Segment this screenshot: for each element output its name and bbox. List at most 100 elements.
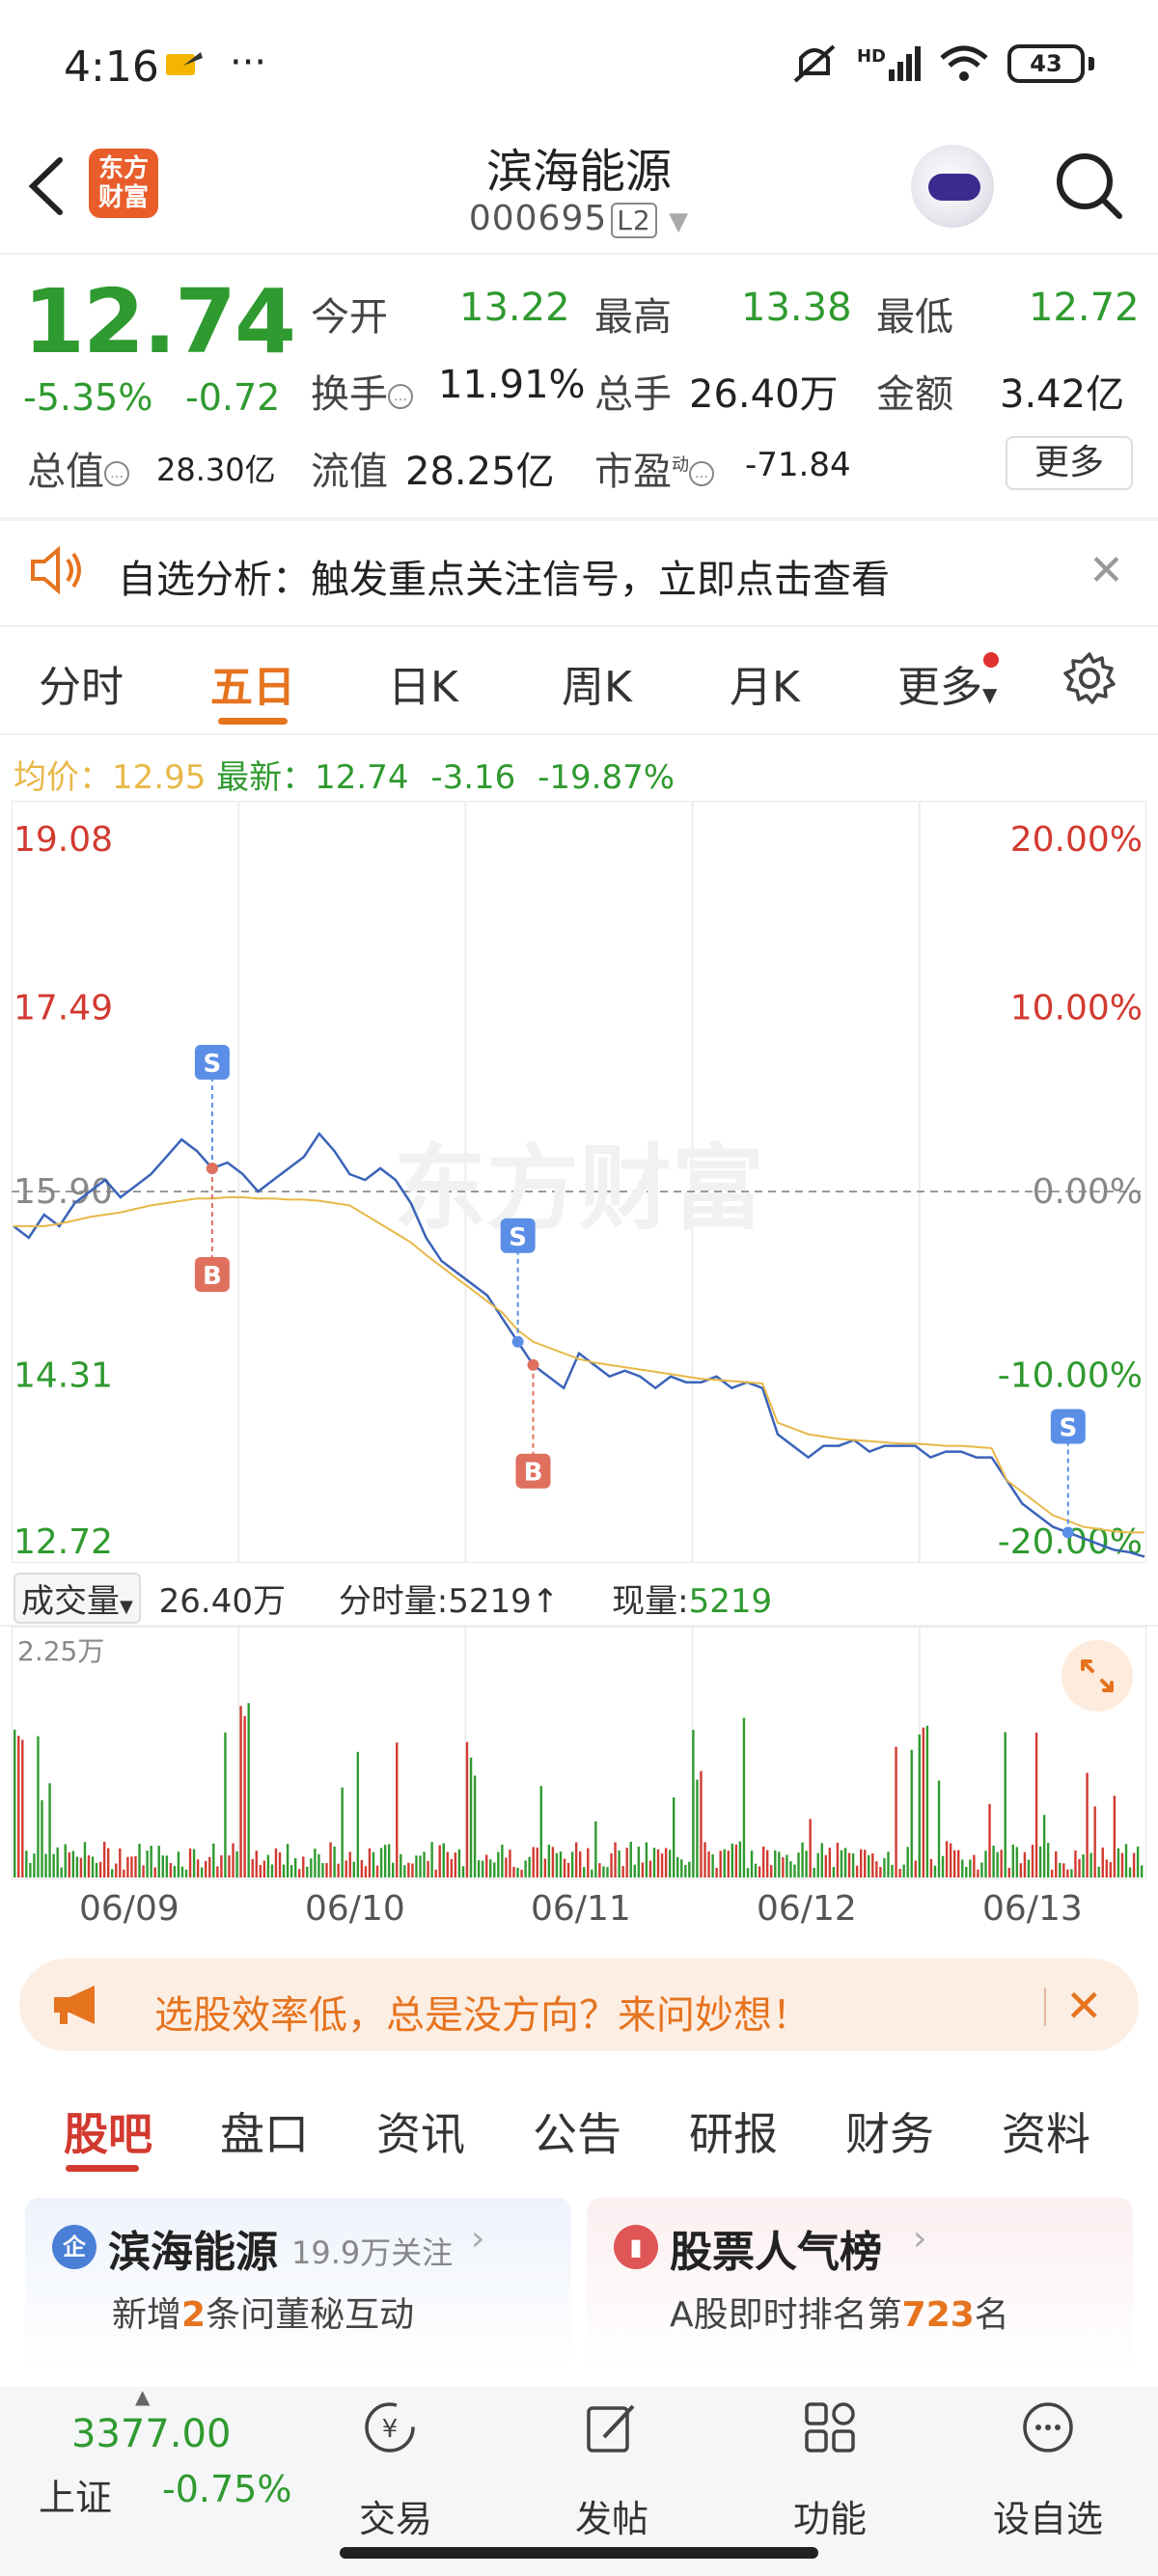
- volume-bar: [1132, 1852, 1136, 1877]
- red-dot-badge: [983, 652, 1000, 668]
- volume-bar: [457, 1849, 461, 1877]
- tab-minute[interactable]: 分时: [39, 652, 124, 714]
- y-tick-left: 17.49: [14, 989, 113, 1028]
- volume-bar: [648, 1860, 652, 1877]
- volume-bar: [368, 1848, 372, 1877]
- volume-bar: [715, 1868, 718, 1877]
- date-label: 06/10: [305, 1889, 405, 1929]
- volume-bar: [820, 1843, 823, 1877]
- tab-month-k[interactable]: 月K: [730, 652, 800, 714]
- marker-label: S: [1059, 1413, 1077, 1442]
- add-watchlist-icon[interactable]: [1019, 2398, 1077, 2456]
- volume-bar: [438, 1845, 441, 1877]
- tab-day-k[interactable]: 日K: [388, 652, 458, 714]
- tab-week-k[interactable]: 周K: [562, 652, 632, 714]
- volume-bar: [786, 1854, 788, 1877]
- volume-bar: [1101, 1847, 1104, 1877]
- tab-guba[interactable]: 股吧: [64, 2099, 152, 2163]
- volume-bar: [239, 1706, 242, 1877]
- expand-icon[interactable]: [1062, 1640, 1133, 1712]
- turnover-value: 11.91%: [438, 363, 586, 407]
- volume-bar: [906, 1847, 909, 1877]
- gear-icon[interactable]: [1062, 650, 1117, 706]
- volume-bar: [41, 1799, 43, 1877]
- status-right-group: HD 43: [789, 42, 1094, 85]
- divider: [0, 625, 1158, 627]
- avg-label: 均价：: [14, 758, 112, 797]
- nav-functions[interactable]: 功能: [762, 2489, 897, 2542]
- price-chart[interactable]: 东方财富 19.08 20.00% 17.49 10.00% 15.90 0.00% 14.3…: [12, 801, 1146, 1563]
- volume-bar: [493, 1862, 496, 1877]
- volume-bar: [871, 1853, 874, 1877]
- tab-pankou[interactable]: 盘口: [220, 2099, 309, 2163]
- high-label: 最高: [594, 295, 672, 340]
- nav-add-watchlist[interactable]: 设自选: [980, 2489, 1116, 2542]
- info-icon[interactable]: …: [388, 384, 413, 409]
- info-icon[interactable]: …: [104, 461, 129, 486]
- volume-bar: [758, 1866, 761, 1877]
- volume-bar: [516, 1867, 519, 1877]
- more-quote-button[interactable]: 更多: [1006, 436, 1133, 490]
- tab-finance[interactable]: 财务: [845, 2099, 934, 2163]
- tab-five-day[interactable]: 五日: [210, 652, 295, 714]
- volume-bar: [887, 1851, 890, 1877]
- volume-bar: [442, 1843, 445, 1877]
- y-tick-left: 19.08: [14, 820, 113, 860]
- volume-chart[interactable]: [12, 1627, 1146, 1879]
- volume-bar: [1000, 1850, 1003, 1877]
- close-icon[interactable]: ✕: [1065, 1980, 1103, 2032]
- wifi-icon: [940, 45, 988, 81]
- volume-bar: [286, 1844, 290, 1877]
- card-line: A股即时排名第723名: [670, 2295, 1009, 2335]
- volume-bar: [1109, 1862, 1113, 1877]
- volume-bar: [243, 1715, 246, 1877]
- tab-announcement[interactable]: 公告: [533, 2099, 621, 2163]
- volume-bar: [123, 1869, 125, 1877]
- volume-bar: [520, 1869, 523, 1877]
- post-icon[interactable]: [583, 2398, 641, 2456]
- volume-bar: [192, 1849, 196, 1877]
- info-icon[interactable]: …: [689, 461, 714, 486]
- volume-bar: [610, 1853, 613, 1877]
- volume-bar: [446, 1851, 449, 1877]
- tab-research[interactable]: 研报: [689, 2099, 778, 2163]
- tab-more[interactable]: 更多▼: [897, 652, 1000, 714]
- volume-bar: [180, 1866, 184, 1877]
- card-title: 滨海能源: [108, 2228, 278, 2277]
- tick-volume: 5219: [448, 1582, 532, 1621]
- search-icon[interactable]: [1052, 147, 1125, 224]
- volume-frame: [12, 1627, 1146, 1879]
- chevron-right-icon: ›: [471, 2219, 485, 2259]
- volume-bar: [274, 1848, 278, 1877]
- index-name[interactable]: 上证: [39, 2468, 112, 2521]
- volume-bar: [434, 1869, 437, 1877]
- volume-bar: [813, 1867, 815, 1877]
- nav-trade[interactable]: 交易: [328, 2489, 463, 2542]
- trade-icon[interactable]: ¥: [361, 2398, 419, 2456]
- volume-bar: [1089, 1852, 1092, 1877]
- index-value[interactable]: 3377.00: [71, 2412, 231, 2456]
- close-icon[interactable]: ✕: [1089, 546, 1124, 595]
- volume-bar: [1038, 1846, 1042, 1877]
- volume-bar: [232, 1843, 234, 1877]
- volume-bar: [505, 1857, 508, 1877]
- volume-bar: [809, 1819, 812, 1877]
- tab-profile[interactable]: 资料: [1002, 2099, 1090, 2163]
- company-qa-card[interactable]: [25, 2198, 571, 2371]
- tab-news[interactable]: 资讯: [376, 2099, 465, 2163]
- volume-bar: [778, 1851, 781, 1877]
- volume-indicator-select[interactable]: 成交量▼: [14, 1573, 141, 1624]
- volume-bar: [1059, 1862, 1062, 1877]
- grid-apps-icon[interactable]: [801, 2398, 859, 2456]
- banner-text[interactable]: 选股效率低，总是没方向？来问妙想！: [154, 1984, 811, 2040]
- index-change[interactable]: -0.75%: [162, 2468, 291, 2510]
- volume-bar: [75, 1856, 79, 1877]
- collapse-up-icon[interactable]: ▲: [135, 2385, 150, 2408]
- volume-bar: [805, 1850, 808, 1877]
- nav-post[interactable]: 发帖: [544, 2489, 679, 2542]
- volume-bar: [247, 1703, 250, 1877]
- volume-bar: [918, 1734, 921, 1877]
- volume-bar: [583, 1867, 586, 1877]
- notice-text[interactable]: 自选分析：触发重点关注信号，立即点击查看: [118, 548, 890, 604]
- volume-bar: [102, 1841, 106, 1877]
